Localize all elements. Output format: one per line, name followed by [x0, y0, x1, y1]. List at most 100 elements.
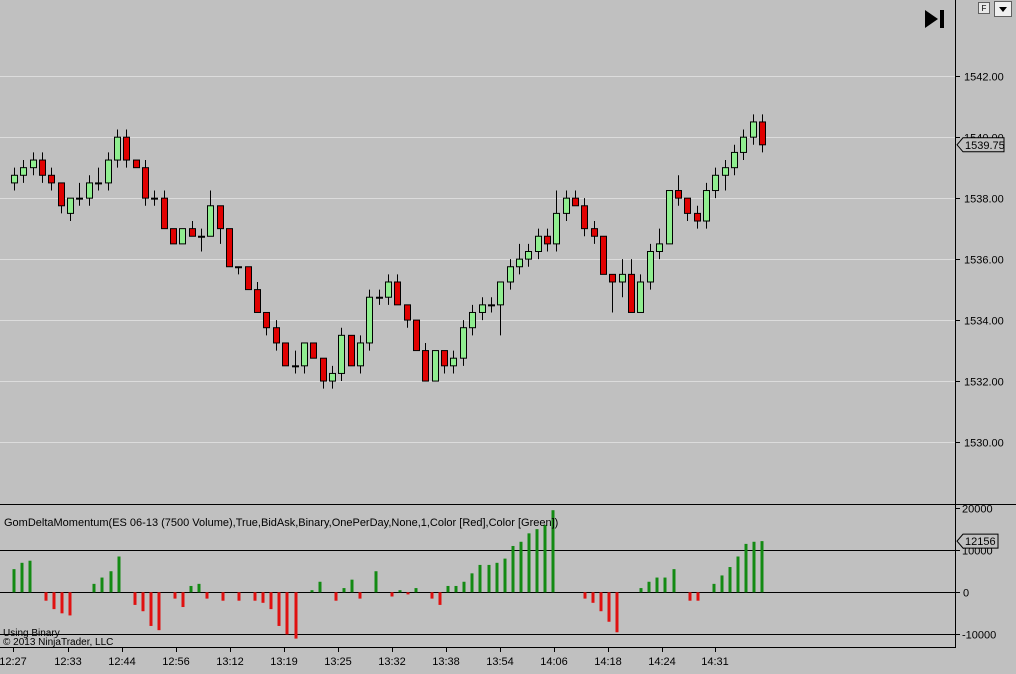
- candle-body: [413, 319, 420, 352]
- price-tick-label: 1538.00: [964, 194, 1004, 206]
- candle-body: [142, 167, 149, 199]
- delta-bar: [535, 529, 539, 593]
- candle[interactable]: [133, 159, 140, 169]
- candle-body: [460, 327, 467, 359]
- delta-bar: [149, 592, 153, 626]
- candle[interactable]: [413, 319, 420, 352]
- candle-body: [600, 235, 607, 275]
- delta-bar: [253, 592, 257, 601]
- candle-body: [450, 357, 457, 367]
- delta-bar: [720, 575, 724, 593]
- delta-bar: [519, 541, 523, 593]
- candle-body: [58, 182, 65, 207]
- delta-bar: [462, 581, 466, 593]
- delta-bar: [736, 556, 740, 593]
- delta-bar: [173, 592, 177, 599]
- delta-bar: [543, 524, 547, 593]
- delta-bar: [591, 592, 595, 603]
- delta-bar: [261, 592, 265, 603]
- candle-body: [628, 273, 635, 313]
- candle-body: [254, 289, 261, 313]
- time-tick-label: 14:24: [648, 656, 676, 668]
- candle-body: [675, 190, 682, 199]
- delta-bar: [696, 592, 700, 601]
- time-tick-label: 13:38: [432, 656, 460, 668]
- candle[interactable]: [348, 334, 355, 367]
- delta-bar: [277, 592, 281, 626]
- delta-bar: [760, 541, 764, 593]
- price-panel: [0, 0, 955, 503]
- candle-body: [86, 182, 93, 199]
- delta-bar: [406, 592, 410, 595]
- delta-bar: [92, 583, 96, 593]
- delta-bar: [744, 543, 748, 593]
- candle[interactable]: [666, 190, 673, 245]
- candle-body: [563, 197, 570, 214]
- indicator-tick-label: 0: [963, 588, 969, 600]
- delta-bar: [334, 592, 338, 601]
- candle-body: [39, 159, 46, 176]
- dropdown-button[interactable]: [994, 1, 1012, 17]
- price-tick-label: 1536.00: [964, 255, 1004, 267]
- delta-bar: [189, 585, 193, 593]
- time-tick-label: 12:44: [108, 656, 136, 668]
- delta-bar: [688, 592, 692, 601]
- scroll-to-end-icon[interactable]: [922, 8, 948, 30]
- candle[interactable]: [282, 342, 289, 367]
- candle-body: [712, 174, 719, 192]
- candle-body: [357, 342, 364, 367]
- delta-bar: [318, 581, 322, 593]
- candle-body: [432, 350, 439, 382]
- delta-bar: [583, 592, 587, 599]
- f-button[interactable]: F: [978, 2, 990, 14]
- candle-body: [422, 350, 429, 382]
- candle[interactable]: [226, 228, 233, 268]
- delta-bar: [752, 541, 756, 593]
- candle-body: [338, 334, 345, 374]
- candle-body: [507, 266, 514, 283]
- candle-body: [516, 258, 523, 268]
- delta-bar: [647, 581, 651, 593]
- candle-body: [694, 212, 701, 222]
- delta-bar: [269, 592, 273, 610]
- delta-bar: [599, 592, 603, 612]
- delta-bar: [478, 564, 482, 593]
- time-tick-label: 13:54: [486, 656, 514, 668]
- candle-body: [366, 296, 373, 344]
- candle-body: [123, 136, 130, 161]
- candle-body: [740, 136, 747, 153]
- time-tick-label: 13:19: [270, 656, 298, 668]
- delta-bar: [100, 577, 104, 593]
- candle-body: [722, 167, 729, 176]
- candle[interactable]: [179, 228, 186, 245]
- candle-body: [105, 159, 112, 184]
- candle-body: [273, 327, 280, 344]
- price-tick-label: 1530.00: [964, 438, 1004, 450]
- delta-bar: [44, 592, 48, 601]
- candle-body: [619, 273, 626, 283]
- chart-canvas: 1542.001540.001538.001536.001534.001532.…: [0, 0, 1016, 674]
- delta-bar: [181, 592, 185, 608]
- candle[interactable]: [600, 235, 607, 275]
- time-tick-label: 12:33: [54, 656, 82, 668]
- candle-body: [30, 159, 37, 169]
- candle-body: [750, 121, 757, 138]
- candle[interactable]: [245, 266, 252, 291]
- candle-body: [759, 121, 766, 146]
- candle-body: [394, 281, 401, 306]
- candle-body: [310, 342, 317, 359]
- candle-body: [301, 342, 308, 367]
- time-axis[interactable]: 12:27 12:33 12:44 12:56 13:12 13:19 13:25 13:32…: [0, 648, 729, 668]
- candle-body: [170, 228, 177, 245]
- candle[interactable]: [170, 228, 177, 245]
- candle[interactable]: [432, 350, 439, 382]
- delta-bar: [342, 588, 346, 593]
- candle[interactable]: [310, 342, 317, 359]
- delta-bar: [205, 592, 209, 599]
- candle-body: [263, 311, 270, 329]
- candle-body: [731, 151, 738, 169]
- candle[interactable]: [338, 327, 345, 382]
- candle[interactable]: [366, 289, 373, 351]
- indicator-title: GomDeltaMomentum(ES 06-13 (7500 Volume),…: [4, 517, 558, 529]
- delta-bar: [470, 573, 474, 593]
